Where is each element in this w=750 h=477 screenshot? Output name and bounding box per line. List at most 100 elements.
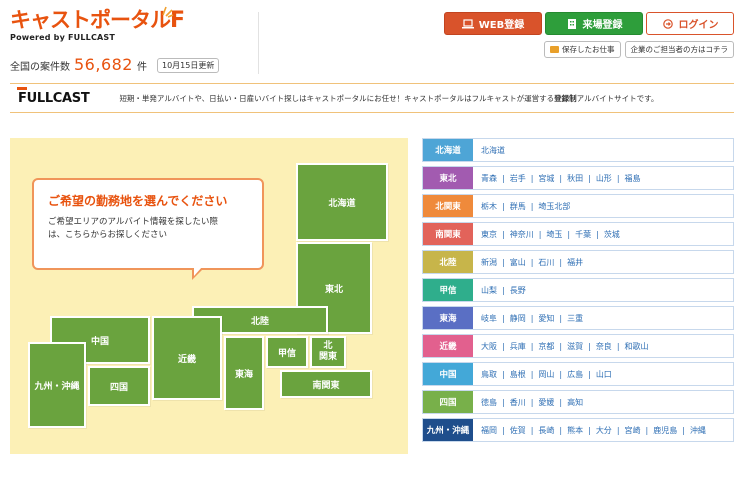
prefecture-link[interactable]: 徳島 — [481, 398, 497, 407]
separator: | — [502, 285, 505, 295]
logo-text: キャストポータルF — [10, 8, 185, 33]
prefecture-link[interactable]: 宮城 — [538, 174, 554, 183]
prefecture-link[interactable]: 長崎 — [538, 426, 554, 435]
separator: | — [502, 341, 505, 351]
prefecture-link[interactable]: 新潟 — [481, 258, 497, 267]
prefecture-link[interactable]: 茨城 — [604, 230, 620, 239]
prefecture-link[interactable]: 福井 — [567, 258, 583, 267]
prefecture-links: 東京 | 神奈川 | 埼玉 | 千葉 | 茨城 — [473, 225, 733, 244]
prefecture-link[interactable]: 神奈川 — [510, 230, 534, 239]
laptop-icon — [461, 18, 474, 28]
region-row: 北関東 栃木 | 群馬 | 埼玉北部 — [422, 194, 734, 218]
prefecture-link[interactable]: 長野 — [510, 286, 526, 295]
prefecture-link[interactable]: 愛媛 — [538, 398, 554, 407]
site-logo[interactable]: キャストポータルF Powered by FULLCAST — [10, 8, 185, 42]
building-icon — [567, 18, 576, 29]
region-row: 近畿 大阪 | 兵庫 | 京都 | 滋賀 | 奈良 | 和歌山 — [422, 334, 734, 358]
region-label[interactable]: 北関東 — [423, 195, 473, 217]
prefecture-link[interactable]: 愛知 — [538, 314, 554, 323]
band-description: 短期・単発アルバイトや、日払い・日雇いバイト探しはキャストポータルにお任せ！キャ… — [119, 93, 659, 103]
prefecture-link[interactable]: 富山 — [510, 258, 526, 267]
map-region-tokai[interactable]: 東海 — [224, 336, 264, 410]
region-label[interactable]: 北陸 — [423, 251, 473, 273]
job-count-unit: 件 — [136, 62, 147, 73]
prefecture-link[interactable]: 岡山 — [538, 370, 554, 379]
prefecture-link[interactable]: 京都 — [538, 342, 554, 351]
visit-register-button[interactable]: 来場登録 — [545, 12, 643, 35]
separator: | — [530, 341, 534, 351]
region-row: 南関東 東京 | 神奈川 | 埼玉 | 千葉 | 茨城 — [422, 222, 734, 246]
prefecture-link[interactable]: 熊本 — [567, 426, 583, 435]
prefecture-link[interactable]: 埼玉 — [546, 230, 562, 239]
map-region-kitakanto[interactable]: 北 関東 — [310, 336, 346, 368]
region-label[interactable]: 中国 — [423, 363, 473, 385]
region-label[interactable]: 四国 — [423, 391, 473, 413]
bubble-title: ご希望の勤務地を選んでください — [48, 194, 228, 208]
separator: | — [530, 257, 534, 267]
map-region-koshin[interactable]: 甲信 — [266, 336, 308, 368]
map-region-minamikanto[interactable]: 南関東 — [280, 370, 372, 398]
prefecture-link[interactable]: 三重 — [567, 314, 583, 323]
prefecture-links: 北海道 — [473, 141, 733, 160]
prefecture-link[interactable]: 広島 — [567, 370, 583, 379]
login-button[interactable]: ログイン — [646, 12, 734, 35]
region-label[interactable]: 東北 — [423, 167, 473, 189]
prefecture-link[interactable]: 北海道 — [481, 146, 505, 155]
region-label[interactable]: 南関東 — [423, 223, 473, 245]
prefecture-link[interactable]: 大阪 — [481, 342, 497, 351]
prefecture-link[interactable]: 山形 — [596, 174, 612, 183]
prefecture-link[interactable]: 滋賀 — [567, 342, 583, 351]
map-region-hokkaido[interactable]: 北海道 — [296, 163, 388, 241]
prefecture-link[interactable]: 埼玉北部 — [538, 202, 570, 211]
prefecture-link[interactable]: 山梨 — [481, 286, 497, 295]
prefecture-link[interactable]: 鳥取 — [481, 370, 497, 379]
separator: | — [502, 397, 505, 407]
job-count-value: 56,682 — [74, 55, 133, 74]
prefecture-link[interactable]: 石川 — [538, 258, 554, 267]
prefecture-link[interactable]: 岐阜 — [481, 314, 497, 323]
prefecture-link[interactable]: 栃木 — [481, 202, 497, 211]
saved-jobs-button[interactable]: 保存したお仕事 — [544, 41, 621, 58]
prefecture-link[interactable]: 兵庫 — [510, 342, 526, 351]
separator: | — [530, 201, 534, 211]
separator: | — [645, 425, 649, 435]
prefecture-link[interactable]: 和歌山 — [625, 342, 649, 351]
prefecture-link[interactable]: 秋田 — [567, 174, 583, 183]
prefecture-link[interactable]: 青森 — [481, 174, 497, 183]
prefecture-link[interactable]: 山口 — [596, 370, 612, 379]
region-label[interactable]: 甲信 — [423, 279, 473, 301]
prefecture-link[interactable]: 岩手 — [510, 174, 526, 183]
prefecture-link[interactable]: 高知 — [567, 398, 583, 407]
corporate-link-button[interactable]: 企業のご担当者の方はコチラ — [624, 41, 734, 58]
prefecture-link[interactable]: 静岡 — [510, 314, 526, 323]
map-instruction-bubble: ご希望の勤務地を選んでください ご希望エリアのアルバイト情報を探したい際 は、こ… — [32, 178, 264, 280]
region-label[interactable]: 東海 — [423, 307, 473, 329]
prefecture-link[interactable]: 香川 — [510, 398, 526, 407]
prefecture-link[interactable]: 鹿児島 — [653, 426, 677, 435]
prefecture-link[interactable]: 東京 — [481, 230, 497, 239]
prefecture-links: 徳島 | 香川 | 愛媛 | 高知 — [473, 393, 733, 412]
region-label[interactable]: 九州・沖縄 — [423, 419, 473, 441]
map-region-kyushu[interactable]: 九州・沖縄 — [28, 342, 86, 428]
separator: | — [588, 173, 591, 183]
region-label[interactable]: 近畿 — [423, 335, 473, 357]
map-region-shikoku[interactable]: 四国 — [88, 366, 150, 406]
prefecture-link[interactable]: 沖縄 — [690, 426, 706, 435]
prefecture-link[interactable]: 福島 — [625, 174, 641, 183]
prefecture-link[interactable]: 宮崎 — [625, 426, 641, 435]
separator: | — [559, 173, 563, 183]
prefecture-link[interactable]: 島根 — [510, 370, 526, 379]
prefecture-link[interactable]: 佐賀 — [510, 426, 526, 435]
prefecture-link[interactable]: 福岡 — [481, 426, 497, 435]
prefecture-link[interactable]: 奈良 — [596, 342, 612, 351]
separator: | — [502, 201, 505, 211]
separator: | — [559, 425, 563, 435]
prefecture-link[interactable]: 群馬 — [510, 202, 526, 211]
web-register-button[interactable]: WEB登録 — [444, 12, 542, 35]
region-label[interactable]: 北海道 — [423, 139, 473, 161]
prefecture-link[interactable]: 千葉 — [575, 230, 591, 239]
separator: | — [567, 229, 571, 239]
job-count-label: 全国の案件数 — [10, 62, 70, 73]
map-region-kinki[interactable]: 近畿 — [152, 316, 222, 400]
prefecture-link[interactable]: 大分 — [596, 426, 612, 435]
